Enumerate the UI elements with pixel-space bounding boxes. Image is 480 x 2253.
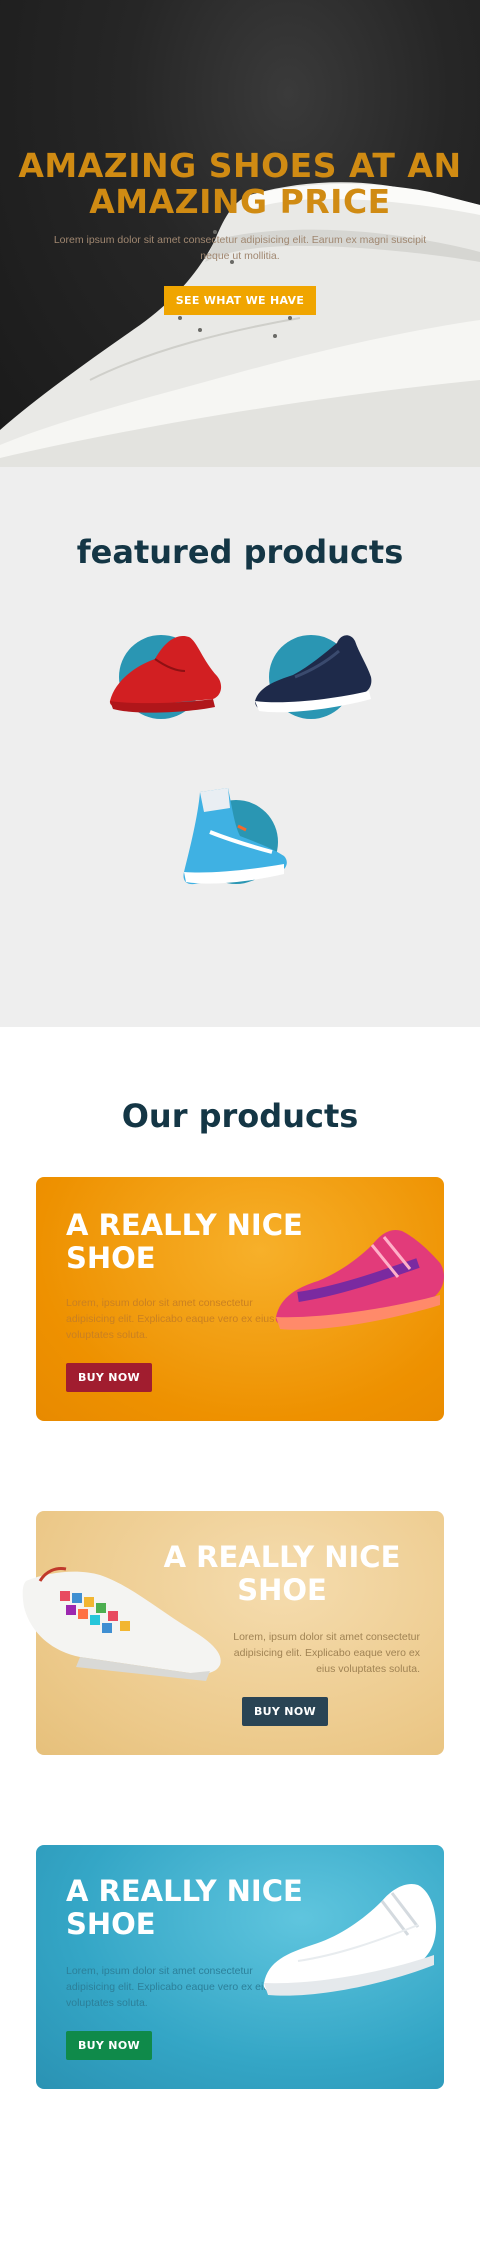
hero-section: AMAZING SHOES AT AN AMAZING PRICE Lorem … xyxy=(0,0,480,467)
white-patterned-sneaker-image xyxy=(22,1567,221,1681)
navy-running-shoe-icon xyxy=(255,635,372,713)
featured-section: featured products xyxy=(0,467,480,1027)
featured-grid xyxy=(0,621,480,951)
product-card: A REALLY NICE SHOE Lorem, ipsum dolor si… xyxy=(36,1845,444,2089)
pink-running-shoe-image xyxy=(275,1229,444,1330)
featured-item-navy-running-shoe[interactable] xyxy=(255,621,375,731)
featured-item-red-sneaker[interactable] xyxy=(105,621,225,731)
featured-title: featured products xyxy=(76,533,404,571)
hero-text: Lorem ipsum dolor sit amet consectetur a… xyxy=(53,234,427,262)
buy-now-button[interactable]: BUY NOW xyxy=(66,1363,152,1392)
featured-item-blue-high-top[interactable] xyxy=(180,786,300,896)
product-card: A REALLY NICE SHOE Lorem, ipsum dolor si… xyxy=(36,1177,444,1421)
product-card: A REALLY NICE SHOE Lorem, ipsum dolor si… xyxy=(22,1511,444,1755)
white-sneaker-image xyxy=(263,1883,436,1996)
product-card-text: Lorem, ipsum dolor sit amet consectetur … xyxy=(233,1631,420,1675)
buy-now-button[interactable]: BUY NOW xyxy=(66,2031,152,2060)
product-card-text: Lorem, ipsum dolor sit amet consectetur … xyxy=(66,1965,275,2009)
product-card-text: Lorem, ipsum dolor sit amet consectetur … xyxy=(66,1297,275,1341)
hero-title: AMAZING SHOES AT AN AMAZING PRICE xyxy=(18,146,462,221)
red-sneaker-icon xyxy=(109,635,222,713)
blue-high-top-icon xyxy=(183,788,287,885)
buy-now-button[interactable]: BUY NOW xyxy=(242,1697,328,1726)
our-products-title: Our products xyxy=(121,1097,359,1135)
our-products-section: Our products A REALLY NICE SHOE Lorem, i… xyxy=(0,1027,480,2089)
see-what-we-have-button[interactable]: SEE WHAT WE HAVE xyxy=(163,286,317,315)
hero-content: AMAZING SHOES AT AN AMAZING PRICE Lorem … xyxy=(0,148,480,315)
